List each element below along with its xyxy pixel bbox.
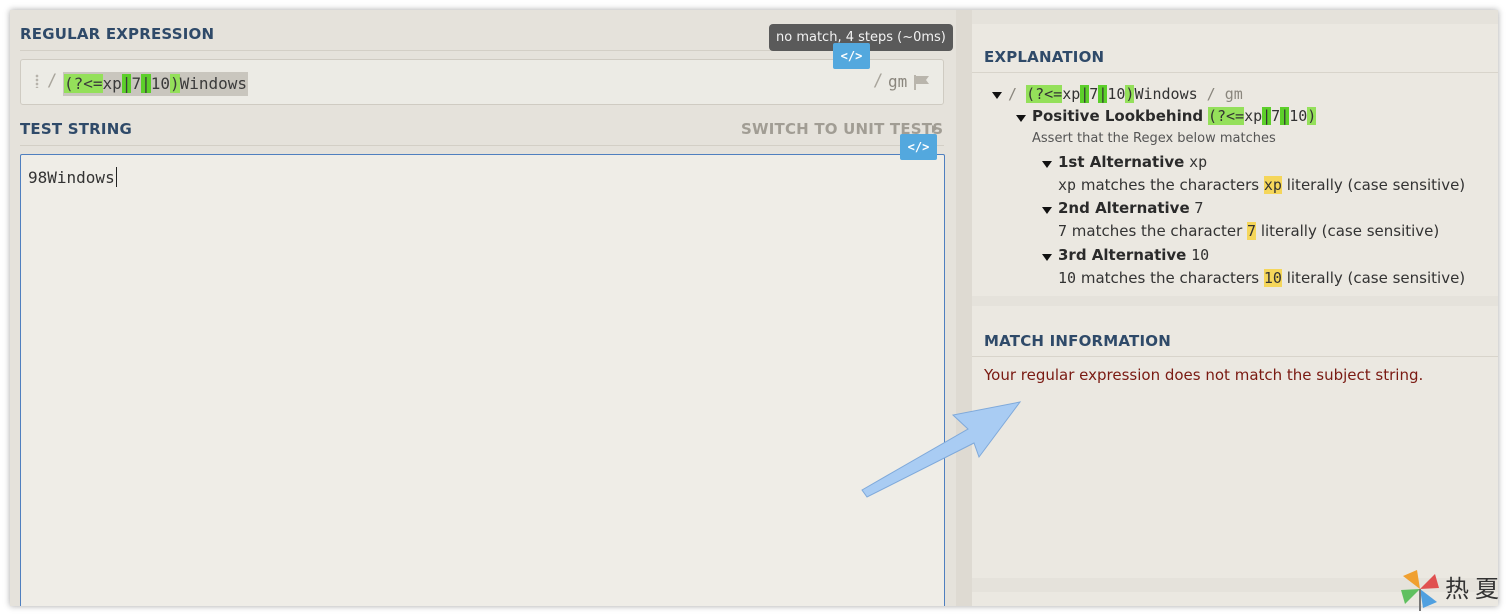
token-pipe: | <box>141 74 151 93</box>
alternative-2-heading: 2nd Alternative 7 <box>1058 199 1203 217</box>
watermark-text: 热夏 <box>1445 575 1505 603</box>
token-lookbehind-open: (?<= <box>64 74 103 93</box>
desc-code: 7 <box>1058 222 1068 240</box>
desc-code: 10 <box>1058 269 1077 287</box>
alternative-label: 3rd Alternative <box>1058 246 1187 264</box>
token-pipe: | <box>121 74 132 93</box>
root-lookbehind-open: (?<= <box>1026 85 1063 103</box>
token-alt-xp: xp <box>102 74 122 93</box>
desc-text: matches the characters <box>1076 176 1264 194</box>
root-slash-open: / <box>1008 85 1027 103</box>
match-result-message: Your regular expression does not match t… <box>984 366 1424 384</box>
alternative-code: xp <box>1189 153 1208 171</box>
regex-flags[interactable]: gm <box>888 72 907 91</box>
collapse-triangle-icon[interactable] <box>992 92 1002 99</box>
test-string-value[interactable]: 98Windows <box>28 168 115 187</box>
root-slash-close: / gm <box>1197 85 1243 103</box>
alternative-3-heading: 3rd Alternative 10 <box>1058 246 1209 264</box>
lookbehind-description: Assert that the Regex below matches <box>1032 131 1276 146</box>
regex-delimiter-open: / <box>47 71 58 91</box>
lookbehind-code-close: ) <box>1307 107 1317 125</box>
collapse-triangle-icon[interactable] <box>1042 207 1052 214</box>
collapse-triangle-icon[interactable] <box>1042 161 1052 168</box>
lookbehind-code-open: (?<= <box>1207 107 1245 125</box>
regex-delimiter-close: / <box>873 71 884 91</box>
token-alt-10: 10 <box>150 74 170 93</box>
app-window: REGULAR EXPRESSION no match, 4 steps (~0… <box>10 10 1498 606</box>
annotation-arrow-icon <box>861 401 1022 498</box>
lookbehind-pipe-2: | <box>1280 107 1290 125</box>
root-alt-3: 10 <box>1107 85 1126 103</box>
pinwheel-logo-icon <box>1401 570 1439 611</box>
match-information-title: MATCH INFORMATION <box>984 332 1171 350</box>
sidebar-pane: EXPLANATION / (?<=xp|7|10)Windows / gm P… <box>972 10 1498 606</box>
root-literal: Windows <box>1134 85 1198 103</box>
alternative-2-description: 7 matches the character 7 literally (cas… <box>1058 222 1439 240</box>
desc-text-end: literally (case sensitive) <box>1281 176 1466 194</box>
desc-highlight: 10 <box>1263 269 1282 287</box>
lookbehind-alt-1: xp <box>1244 107 1263 125</box>
lookbehind-node: Positive Lookbehind (?<=xp|7|10) <box>1032 107 1317 125</box>
divider <box>20 145 944 146</box>
lookbehind-alt-3: 10 <box>1289 107 1308 125</box>
alternative-1-heading: 1st Alternative xp <box>1058 153 1207 171</box>
alternative-1-description: xp matches the characters xp literally (… <box>1058 176 1465 194</box>
desc-text: matches the character <box>1067 222 1248 240</box>
editor-pane: REGULAR EXPRESSION no match, 4 steps (~0… <box>10 10 956 606</box>
explanation-card: EXPLANATION / (?<=xp|7|10)Windows / gm P… <box>972 24 1498 296</box>
root-alt-2: 7 <box>1089 85 1099 103</box>
test-string-editor[interactable]: 98Windows <box>20 154 945 606</box>
token-alt-7: 7 <box>131 74 142 93</box>
root-pipe-2: | <box>1098 85 1108 103</box>
root-pipe-1: | <box>1080 85 1090 103</box>
alternative-code: 7 <box>1194 199 1204 217</box>
alternative-label: 1st Alternative <box>1058 153 1185 171</box>
test-string-section-title: TEST STRING <box>20 120 132 138</box>
alternative-code: 10 <box>1191 246 1210 264</box>
desc-highlight: xp <box>1263 176 1282 194</box>
pane-divider[interactable] <box>956 10 972 606</box>
regex-section-title: REGULAR EXPRESSION <box>20 25 215 43</box>
root-alt-1: xp <box>1062 85 1081 103</box>
token-literal: Windows <box>179 74 248 93</box>
flag-icon[interactable] <box>913 74 931 90</box>
alternative-label: 2nd Alternative <box>1058 199 1190 217</box>
token-group-close: ) <box>169 74 180 93</box>
desc-text-end: literally (case sensitive) <box>1256 222 1440 240</box>
explanation-root-pattern: / (?<=xp|7|10)Windows / gm <box>1008 85 1243 103</box>
match-information-card: MATCH INFORMATION Your regular expressio… <box>972 306 1498 578</box>
regex-input-box[interactable]: / (?<=xp|7|10)Windows / gm <box>20 59 944 105</box>
text-caret <box>115 167 117 187</box>
desc-code: xp <box>1058 176 1077 194</box>
alternative-3-description: 10 matches the characters 10 literally (… <box>1058 269 1465 287</box>
desc-text: matches the characters <box>1076 269 1264 287</box>
divider <box>972 356 1498 357</box>
desc-text-end: literally (case sensitive) <box>1281 269 1466 287</box>
code-generator-button[interactable]: </> <box>833 43 870 69</box>
divider <box>972 72 1498 73</box>
collapse-triangle-icon[interactable] <box>1016 115 1026 122</box>
explanation-title: EXPLANATION <box>984 48 1105 66</box>
collapse-triangle-icon[interactable] <box>1042 254 1052 261</box>
test-code-button[interactable]: </> <box>900 134 937 160</box>
lookbehind-pipe-1: | <box>1262 107 1272 125</box>
lookbehind-label: Positive Lookbehind <box>1032 107 1204 125</box>
desc-highlight: 7 <box>1247 222 1257 240</box>
regex-input[interactable]: (?<=xp|7|10)Windows <box>63 72 249 96</box>
chevron-right-icon[interactable] <box>932 125 937 133</box>
drag-handle-icon[interactable] <box>35 74 39 88</box>
lookbehind-alt-2: 7 <box>1271 107 1281 125</box>
